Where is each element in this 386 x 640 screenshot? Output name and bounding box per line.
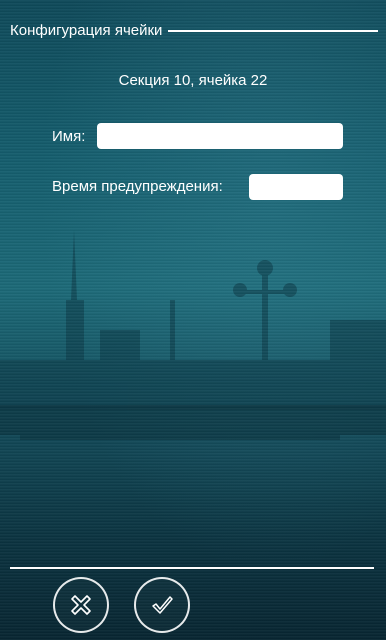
dialog-header: Конфигурация ячейки	[10, 20, 378, 40]
name-label: Имя:	[52, 128, 86, 145]
cancel-button[interactable]	[53, 577, 109, 633]
cross-icon	[71, 595, 91, 615]
name-input[interactable]	[97, 123, 343, 149]
title-divider	[168, 30, 378, 32]
confirm-button[interactable]	[134, 577, 190, 633]
warning-time-input[interactable]	[249, 174, 343, 200]
background-city-image	[0, 230, 386, 440]
scanline-overlay	[0, 0, 386, 640]
checkmark-icon	[152, 596, 173, 614]
dialog-title: Конфигурация ячейки	[10, 21, 163, 39]
warning-time-label: Время предупреждения:	[52, 178, 223, 195]
section-cell-label: Секция 10, ячейка 22	[118, 72, 268, 89]
footer-divider	[10, 567, 374, 569]
